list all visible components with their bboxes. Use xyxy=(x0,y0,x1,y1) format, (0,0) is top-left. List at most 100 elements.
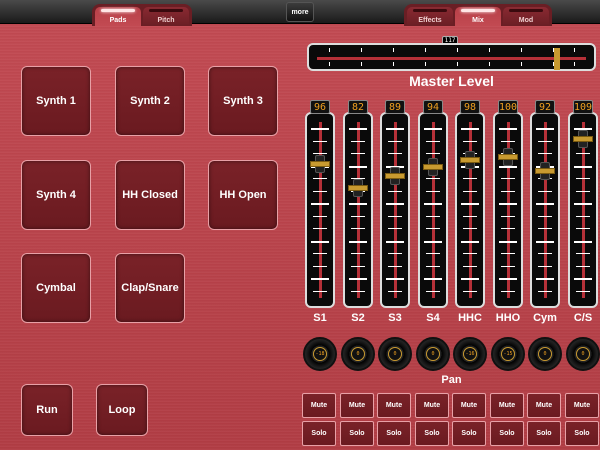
fader-tick xyxy=(313,265,327,267)
channel-fader[interactable] xyxy=(380,112,410,308)
tab-effects[interactable]: Effects xyxy=(407,7,453,26)
fader-tick xyxy=(426,290,440,292)
mute-button[interactable]: Mute xyxy=(377,393,411,418)
fader-tick xyxy=(501,215,515,217)
fader-tick xyxy=(351,253,365,254)
pad-synth-1[interactable]: Synth 1 xyxy=(21,66,91,136)
pan-knob[interactable]: 0 xyxy=(566,337,600,371)
fader-tick xyxy=(501,253,515,254)
solo-button[interactable]: Solo xyxy=(490,421,524,446)
fader-tick xyxy=(461,128,479,130)
channel-label: S1 xyxy=(313,312,327,324)
mute-button[interactable]: Mute xyxy=(452,393,486,418)
fader-knob[interactable] xyxy=(385,173,405,180)
tab-mix[interactable]: Mix xyxy=(455,7,501,26)
solo-button[interactable]: Solo xyxy=(415,421,449,446)
pad-synth-4[interactable]: Synth 4 xyxy=(21,160,91,230)
fader-tick xyxy=(574,203,592,205)
pan-knob[interactable]: -18 xyxy=(303,337,337,371)
channel-fader[interactable] xyxy=(418,112,448,308)
fader-tick xyxy=(463,190,477,192)
solo-button[interactable]: Solo xyxy=(452,421,486,446)
fader-tick xyxy=(351,215,365,217)
mute-button[interactable]: Mute xyxy=(565,393,599,418)
master-level-slider[interactable] xyxy=(307,43,596,71)
tab-label: Mix xyxy=(472,17,484,24)
fader-tick xyxy=(501,140,515,142)
fader-tick xyxy=(313,153,327,154)
pan-knob[interactable]: 0 xyxy=(378,337,412,371)
pan-value: 0 xyxy=(538,347,552,361)
pad-clap-snare[interactable]: Clap/Snare xyxy=(115,253,185,323)
channel-level-readout: 92 xyxy=(535,100,555,114)
channel-fader[interactable] xyxy=(530,112,560,308)
run-button[interactable]: Run xyxy=(21,384,73,436)
tab-pitch[interactable]: Pitch xyxy=(143,7,189,26)
fader-tick xyxy=(313,140,327,142)
tab-indicator xyxy=(509,9,543,12)
fader-tick xyxy=(351,290,365,292)
fader-knob[interactable] xyxy=(498,153,518,160)
pan-knob[interactable]: -16 xyxy=(453,337,487,371)
pan-value: 0 xyxy=(388,347,402,361)
fader-knob[interactable] xyxy=(573,136,593,143)
master-tick xyxy=(489,48,490,52)
fader-tick xyxy=(426,178,440,179)
fader-knob[interactable] xyxy=(348,185,368,192)
pad-cymbal[interactable]: Cymbal xyxy=(21,253,91,323)
channel-label: S3 xyxy=(388,312,402,324)
fader-tick xyxy=(424,128,442,130)
fader-knob[interactable] xyxy=(460,157,480,164)
pad-hh-closed[interactable]: HH Closed xyxy=(115,160,185,230)
mute-button[interactable]: Mute xyxy=(302,393,336,418)
fader-tick xyxy=(311,128,329,130)
pad-synth-3[interactable]: Synth 3 xyxy=(208,66,278,136)
pad-synth-2[interactable]: Synth 2 xyxy=(115,66,185,136)
channel-level-readout: 96 xyxy=(310,100,330,114)
fader-tick xyxy=(388,140,402,142)
pan-knob[interactable]: 0 xyxy=(341,337,375,371)
fader-tick xyxy=(351,265,365,267)
fader-tick xyxy=(463,253,477,254)
pan-knob[interactable]: -15 xyxy=(491,337,525,371)
channel-fader[interactable] xyxy=(493,112,523,308)
fader-tick xyxy=(349,165,367,168)
pan-knob[interactable]: 0 xyxy=(528,337,562,371)
fader-tick xyxy=(499,165,517,168)
fader-tick xyxy=(501,190,515,192)
loop-button[interactable]: Loop xyxy=(96,384,148,436)
channel-fader[interactable] xyxy=(305,112,335,308)
channel-fader[interactable] xyxy=(568,112,598,308)
fader-knob[interactable] xyxy=(423,164,443,171)
fader-tick xyxy=(386,203,404,205)
fader-tick xyxy=(388,290,402,292)
solo-button[interactable]: Solo xyxy=(377,421,411,446)
fader-tick xyxy=(538,190,552,192)
tab-mod[interactable]: Mod xyxy=(503,7,549,26)
fader-tick xyxy=(499,240,517,243)
pan-knob[interactable]: 0 xyxy=(416,337,450,371)
channel-fader[interactable] xyxy=(455,112,485,308)
solo-button[interactable]: Solo xyxy=(302,421,336,446)
mute-button[interactable]: Mute xyxy=(415,393,449,418)
tab-pads[interactable]: Pads xyxy=(95,7,141,26)
mute-button[interactable]: Mute xyxy=(340,393,374,418)
channel-level-readout: 98 xyxy=(460,100,480,114)
more-button[interactable]: more xyxy=(286,2,314,22)
mute-button[interactable]: Mute xyxy=(490,393,524,418)
fader-tick xyxy=(351,228,365,229)
solo-button[interactable]: Solo xyxy=(340,421,374,446)
fader-tick xyxy=(349,240,367,243)
mute-button[interactable]: Mute xyxy=(527,393,561,418)
solo-button[interactable]: Solo xyxy=(565,421,599,446)
solo-button[interactable]: Solo xyxy=(527,421,561,446)
fader-tick xyxy=(426,253,440,254)
master-tick xyxy=(521,62,522,66)
fader-tick xyxy=(501,265,515,267)
fader-knob[interactable] xyxy=(310,160,330,167)
pad-hh-open[interactable]: HH Open xyxy=(208,160,278,230)
fader-tick xyxy=(463,140,477,142)
channel-fader[interactable] xyxy=(343,112,373,308)
fader-knob[interactable] xyxy=(535,167,555,174)
master-level-knob[interactable] xyxy=(553,48,560,70)
